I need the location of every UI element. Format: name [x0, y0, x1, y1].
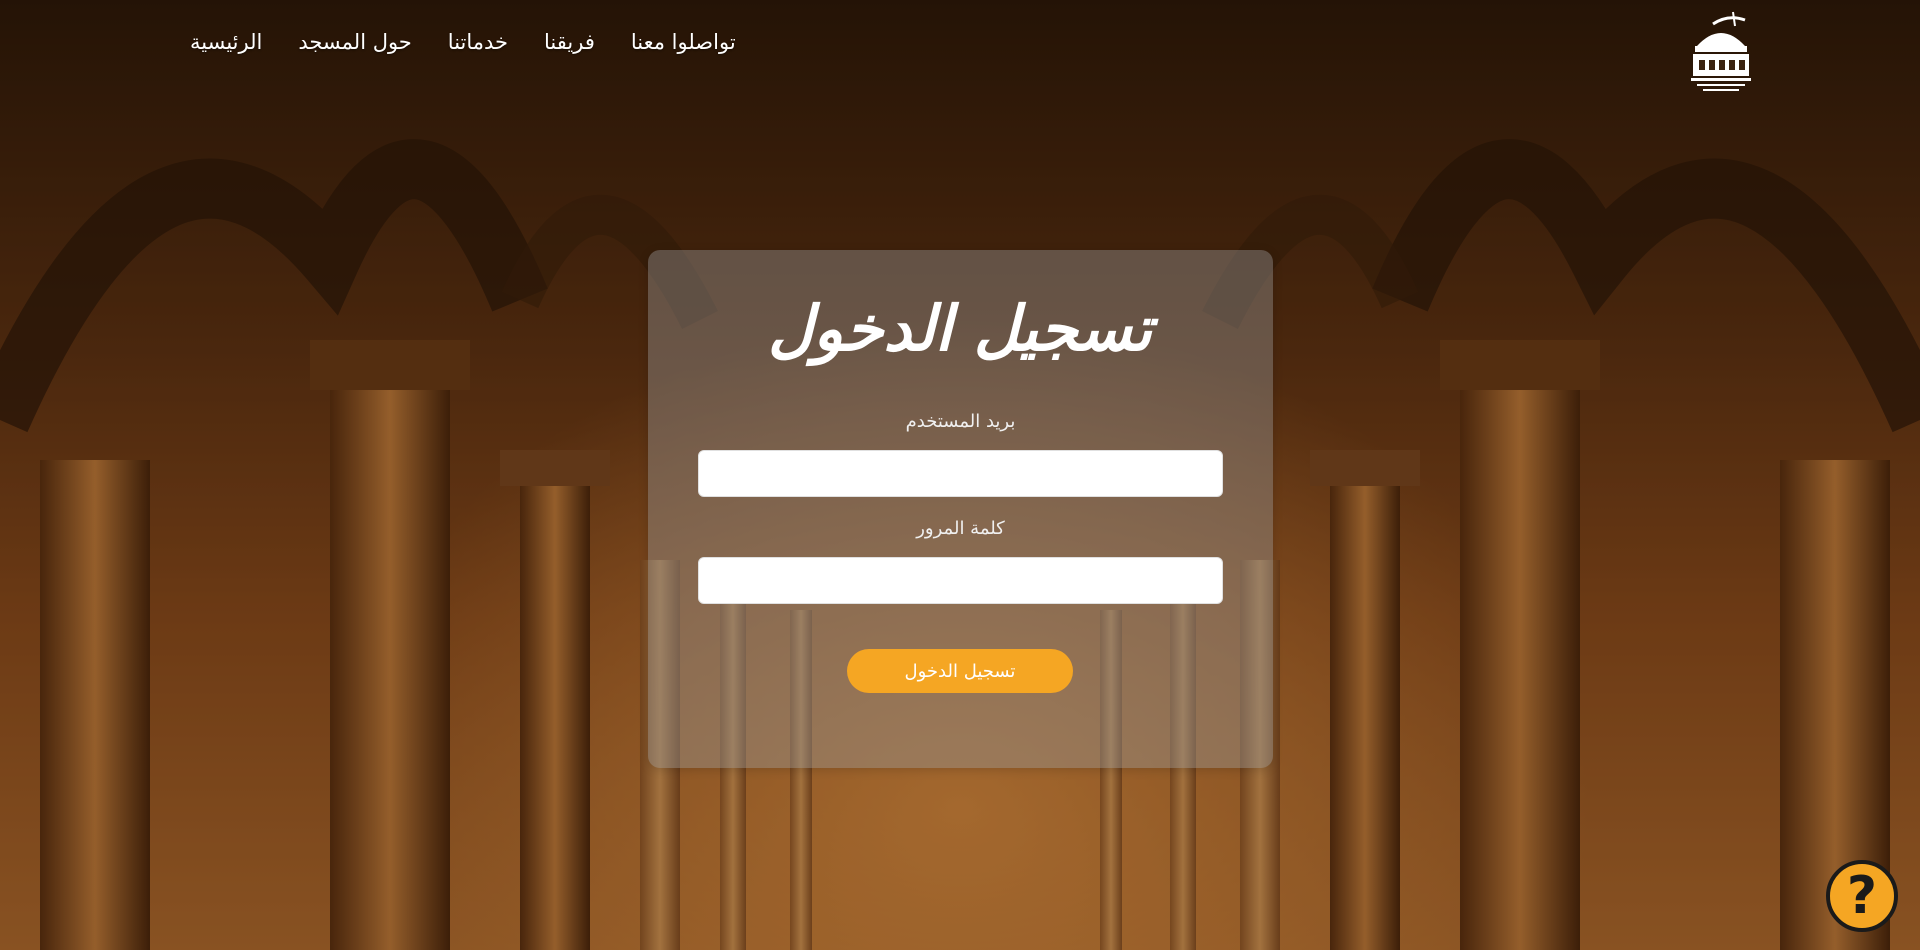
- main-nav: الرئيسية حول المسجد خدماتنا فريقنا تواصل…: [190, 30, 736, 54]
- password-field[interactable]: [698, 557, 1223, 604]
- nav-item-services[interactable]: خدماتنا: [448, 30, 508, 54]
- email-field[interactable]: [698, 450, 1223, 497]
- password-label: كلمة المرور: [916, 518, 1005, 539]
- nav-item-contact[interactable]: تواصلوا معنا: [631, 30, 736, 54]
- nav-item-home[interactable]: الرئيسية: [190, 30, 262, 54]
- login-button[interactable]: تسجيل الدخول: [847, 649, 1073, 693]
- top-navbar: الرئيسية حول المسجد خدماتنا فريقنا تواصل…: [0, 0, 1920, 100]
- question-mark-icon: ?: [1846, 866, 1878, 926]
- email-label: بريد المستخدم: [905, 411, 1016, 432]
- help-button[interactable]: ?: [1826, 860, 1898, 932]
- login-title: تسجيل الدخول: [768, 292, 1152, 365]
- nav-item-about-mosque[interactable]: حول المسجد: [298, 30, 411, 54]
- nav-item-team[interactable]: فريقنا: [544, 30, 595, 54]
- mosque-logo[interactable]: [1683, 6, 1759, 94]
- mosque-logo-icon: [1691, 11, 1751, 91]
